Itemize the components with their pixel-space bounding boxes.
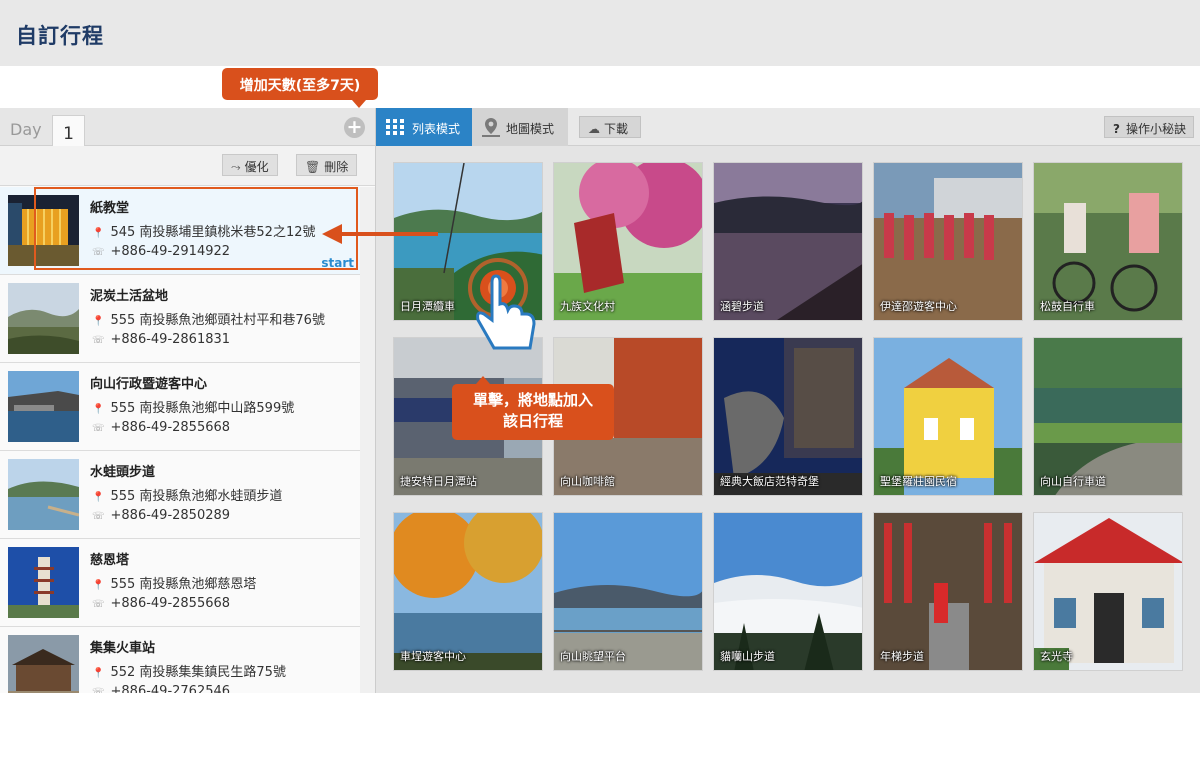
place-card[interactable]: 玄光寺 (1033, 512, 1183, 671)
place-phone: ☏ +886-49-2861831 (92, 332, 231, 347)
itinerary-toolbar: ⤳ 優化 🗑 刪除 (0, 146, 375, 186)
tab-day-1[interactable]: 1 (52, 115, 85, 147)
place-caption: 玄光寺 (1040, 650, 1073, 663)
map-mode-label: 地圖模式 (506, 122, 555, 136)
day-tabs: Day 1 + (0, 108, 375, 147)
add-days-callout-text: 增加天數(至多7天) (239, 78, 361, 94)
place-caption: 伊達邵遊客中心 (880, 300, 957, 313)
place-thumbnail (8, 547, 79, 618)
day-label: Day (10, 120, 42, 139)
delete-button[interactable]: 🗑 刪除 (296, 154, 358, 176)
place-phone: ☏ +886-49-2855668 (92, 596, 231, 611)
phone-icon: ☏ (92, 687, 105, 693)
place-caption: 車埕遊客中心 (400, 650, 466, 663)
place-card[interactable]: 向山眺望平台 (553, 512, 703, 671)
place-caption: 年梯步道 (880, 650, 924, 663)
help-label: 操作小秘訣 (1125, 122, 1186, 136)
place-address: 📍 555 南投縣魚池鄉中山路599號 (92, 401, 295, 416)
list-item[interactable]: 向山行政暨遊客中心 📍 555 南投縣魚池鄉中山路599號 ☏ +886-49-28… (0, 363, 360, 451)
delete-label: 刪除 (324, 160, 349, 174)
place-address: 📍 555 南投縣魚池鄉慈恩塔 (92, 577, 257, 592)
place-caption: 向山眺望平台 (560, 650, 626, 663)
phone-icon: ☏ (92, 599, 105, 610)
phone-icon: ☏ (92, 423, 105, 434)
place-caption: 捷安特日月潭站 (400, 475, 477, 488)
list-item[interactable]: 集集火車站 📍 552 南投縣集集鎮民生路75號 ☏ +886-49-2762546 (0, 627, 360, 693)
place-name: 慈恩塔 (90, 553, 130, 568)
place-address: 📍 555 南投縣魚池鄉頭社村平和巷76號 (92, 313, 325, 328)
places-toolbar: 列表模式 地圖模式 ☁ 下載 ? 操作小秘訣 (376, 108, 1200, 146)
phone-icon: ☏ (92, 335, 105, 346)
header-bar: 自訂行程 (0, 0, 1200, 66)
place-caption: 向山咖啡館 (560, 475, 615, 488)
place-phone: ☏ +886-49-2850289 (92, 508, 231, 523)
click-hint-text-1: 單擊，將地點加入 (472, 391, 593, 409)
cloud-download-icon: ☁ (588, 122, 600, 136)
question-icon: ? (1113, 122, 1120, 136)
callout-pointer (476, 376, 490, 384)
map-pin-icon: 📍 (92, 404, 105, 415)
selected-item-highlight (34, 187, 358, 270)
add-days-callout: 增加天數(至多7天) (222, 68, 378, 108)
page-title: 自訂行程 (16, 24, 104, 48)
list-mode-button[interactable]: 列表模式 (376, 108, 472, 146)
place-card[interactable]: 經典大飯店范特奇堡 (713, 337, 863, 496)
place-phone: ☏ +886-49-2855668 (92, 420, 231, 435)
place-card[interactable]: 聖堡羅莊園民宿 (873, 337, 1023, 496)
map-pin-icon: 📍 (92, 668, 105, 679)
place-card[interactable]: 伊達邵遊客中心 (873, 162, 1023, 321)
click-hint-text-2: 該日行程 (502, 412, 563, 430)
place-caption: 涵碧步道 (720, 300, 764, 313)
map-pin-icon: 📍 (92, 492, 105, 503)
list-scrollbar[interactable] (360, 187, 375, 693)
help-button[interactable]: ? 操作小秘訣 (1104, 116, 1194, 138)
place-card[interactable]: 年梯步道 (873, 512, 1023, 671)
left-arrow-icon (322, 224, 438, 244)
place-card[interactable]: 貓囒山步道 (713, 512, 863, 671)
place-caption: 九族文化村 (560, 300, 615, 313)
phone-icon: ☏ (92, 511, 105, 522)
callout-pointer (352, 100, 366, 108)
map-pin-icon: 📍 (92, 316, 105, 327)
place-card[interactable]: 松鼓自行車 (1033, 162, 1183, 321)
optimize-label: 優化 (244, 160, 269, 174)
place-card[interactable]: 向山自行車道 (1033, 337, 1183, 496)
download-button[interactable]: ☁ 下載 (579, 116, 641, 138)
grid-icon (386, 119, 404, 135)
place-caption: 聖堡羅莊園民宿 (880, 475, 957, 488)
place-thumbnail (8, 459, 79, 530)
optimize-button[interactable]: ⤳ 優化 (222, 154, 278, 176)
list-mode-label: 列表模式 (412, 122, 461, 136)
place-card[interactable]: 九族文化村 (553, 162, 703, 321)
list-item[interactable]: 泥炭土活盆地 📍 555 南投縣魚池鄉頭社村平和巷76號 ☏ +886-49-286… (0, 275, 360, 363)
place-caption: 經典大飯店范特奇堡 (720, 475, 819, 488)
download-label: 下載 (604, 122, 629, 136)
place-caption: 貓囒山步道 (720, 650, 775, 663)
place-address: 📍 555 南投縣魚池鄉水蛙頭步道 (92, 489, 283, 504)
place-thumbnail (8, 635, 79, 693)
route-icon: ⤳ (231, 160, 241, 174)
place-name: 向山行政暨遊客中心 (90, 377, 208, 392)
place-card[interactable]: 車埕遊客中心 (393, 512, 543, 671)
trash-icon: 🗑 (305, 160, 321, 174)
place-address: 📍 552 南投縣集集鎮民生路75號 (92, 665, 286, 680)
map-pin-icon: 📍 (92, 580, 105, 591)
place-caption: 日月潭纜車 (400, 300, 455, 313)
list-item[interactable]: 慈恩塔 📍 555 南投縣魚池鄉慈恩塔 ☏ +886-49-2855668 (0, 539, 360, 627)
place-thumbnail (8, 283, 79, 354)
list-item[interactable]: 水蛙頭步道 📍 555 南投縣魚池鄉水蛙頭步道 ☏ +886-49-2850289 (0, 451, 360, 539)
place-name: 集集火車站 (90, 641, 156, 656)
place-caption: 松鼓自行車 (1040, 300, 1095, 313)
map-mode-button[interactable]: 地圖模式 (472, 108, 568, 146)
place-caption: 向山自行車道 (1040, 475, 1106, 488)
place-phone: ☏ +886-49-2762546 (92, 684, 230, 693)
place-name: 水蛙頭步道 (90, 465, 156, 480)
add-day-icon[interactable]: + (344, 117, 365, 138)
place-card[interactable]: 涵碧步道 (713, 162, 863, 321)
hand-pointer-icon (468, 258, 536, 350)
place-name: 泥炭土活盆地 (90, 289, 169, 304)
click-hint-callout: 單擊，將地點加入 該日行程 (452, 376, 614, 440)
place-thumbnail (8, 371, 79, 442)
map-pin-icon (482, 118, 500, 137)
